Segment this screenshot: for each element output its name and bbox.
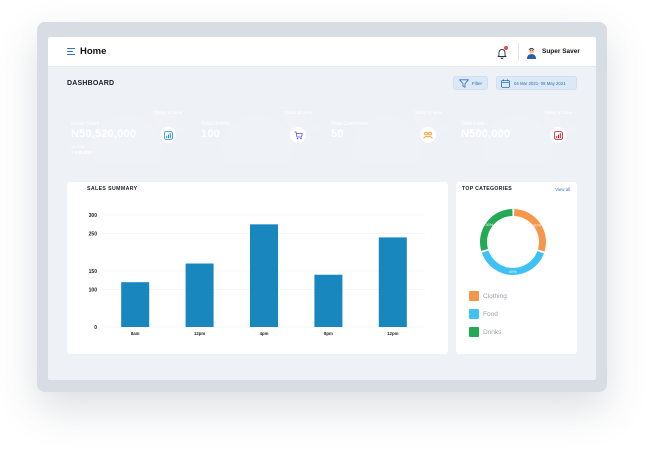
filter-label: Filter <box>472 80 482 86</box>
total-customers-card[interactable]: Today 10 June Total Customers 50 <box>327 107 448 162</box>
x-tick-label: 8pm <box>324 331 333 336</box>
card-value: N500,000 <box>461 128 511 140</box>
donut-slice[interactable] <box>480 209 513 251</box>
card-label: Gross Sales <box>71 121 100 127</box>
card-sub-label: Net Total <box>71 145 85 149</box>
bell-icon[interactable] <box>496 46 508 59</box>
x-tick-label: 8am <box>131 331 140 336</box>
avatar[interactable] <box>526 46 537 59</box>
legend-swatch <box>469 309 479 319</box>
dashboard-title: DASHBOARD <box>67 80 115 87</box>
view-all-link[interactable]: View all <box>555 187 570 192</box>
bar[interactable] <box>378 237 407 327</box>
y-tick-label: 300 <box>89 213 98 219</box>
bar[interactable] <box>121 282 150 327</box>
slice-label: 30% <box>533 223 541 227</box>
sales-summary-panel: SALES SUMMARY 0 100 150 250 300 8am 12pm 4pm 8pm… <box>67 182 448 354</box>
top-categories-title: TOP CATEGORIES <box>462 186 513 192</box>
card-value: N50,520,000 <box>71 128 137 140</box>
page-title: Home <box>80 46 107 57</box>
legend-item-food: Food <box>469 309 559 319</box>
donut-slice[interactable] <box>514 209 546 252</box>
chart-icon <box>550 127 566 143</box>
top-categories-panel: TOP CATEGORIES View all 30% 40% 30% Clothi… <box>456 182 577 354</box>
card-date: Today 10 June <box>414 110 442 115</box>
categories-donut-chart: 30% 40% 30% <box>480 209 546 275</box>
legend-item-clothing: Clothing <box>469 291 559 301</box>
notification-dot <box>504 46 508 50</box>
calendar-icon <box>501 79 510 88</box>
bar[interactable] <box>250 224 278 327</box>
date-range-picker[interactable]: 04 Mar 2021- 08 May 2021 <box>496 76 577 90</box>
x-tick-label: 12pm <box>194 331 205 336</box>
y-tick-label: 250 <box>89 231 98 237</box>
card-value: 50 <box>331 128 344 140</box>
total-orders-card[interactable]: Today 10 June Total Orders 100 <box>197 107 318 162</box>
total-loss-card[interactable]: Today 10 June Total Loss N500,000 <box>457 107 578 162</box>
card-label: Total Customers <box>331 121 369 127</box>
card-label: Total Loss <box>461 121 485 127</box>
y-tick-label: 100 <box>89 287 98 293</box>
card-value: 100 <box>201 128 220 140</box>
x-tick-label: 4pm <box>260 331 269 336</box>
dashboard-screen: Home Super Saver DASHBOARD Filter 04 Mar… <box>48 37 596 380</box>
users-icon <box>420 127 436 143</box>
card-date: Today 10 June <box>544 110 572 115</box>
card-date: Today 10 June <box>154 110 182 115</box>
divider <box>518 43 519 61</box>
legend-label: Drinks <box>483 329 502 336</box>
y-tick-label: 150 <box>89 269 98 275</box>
legend-label: Clothing <box>483 293 507 300</box>
card-decoration <box>222 115 292 162</box>
legend-swatch <box>469 291 479 301</box>
x-tick-label: 12pm <box>387 331 398 336</box>
legend-swatch <box>469 327 479 337</box>
cart-icon <box>290 127 306 143</box>
bar[interactable] <box>314 274 343 327</box>
card-sub-value: + 535,520 <box>71 150 92 155</box>
filter-icon <box>459 79 469 88</box>
legend-label: Food <box>483 311 498 318</box>
legend-item-drinks: Drinks <box>469 327 559 337</box>
sales-bar-chart: 0 100 150 250 300 8am 12pm 4pm 8pm 12pm <box>89 213 425 336</box>
top-bar: Home Super Saver <box>48 37 596 67</box>
slice-label: 40% <box>509 270 517 274</box>
slice-label: 30% <box>486 223 494 227</box>
gross-sales-card[interactable]: Today 10 June Gross Sales N50,520,000 Ne… <box>67 107 188 162</box>
user-name[interactable]: Super Saver <box>542 48 580 55</box>
card-label: Total Orders <box>201 121 230 127</box>
card-date: Today 10 June <box>284 110 312 115</box>
bar[interactable] <box>185 263 214 327</box>
hamburger-icon[interactable] <box>67 48 75 56</box>
y-tick-label: 0 <box>94 325 97 331</box>
filter-button[interactable]: Filter <box>453 76 488 90</box>
chart-icon <box>160 127 176 143</box>
date-range-label: 04 Mar 2021- 08 May 2021 <box>514 80 566 86</box>
